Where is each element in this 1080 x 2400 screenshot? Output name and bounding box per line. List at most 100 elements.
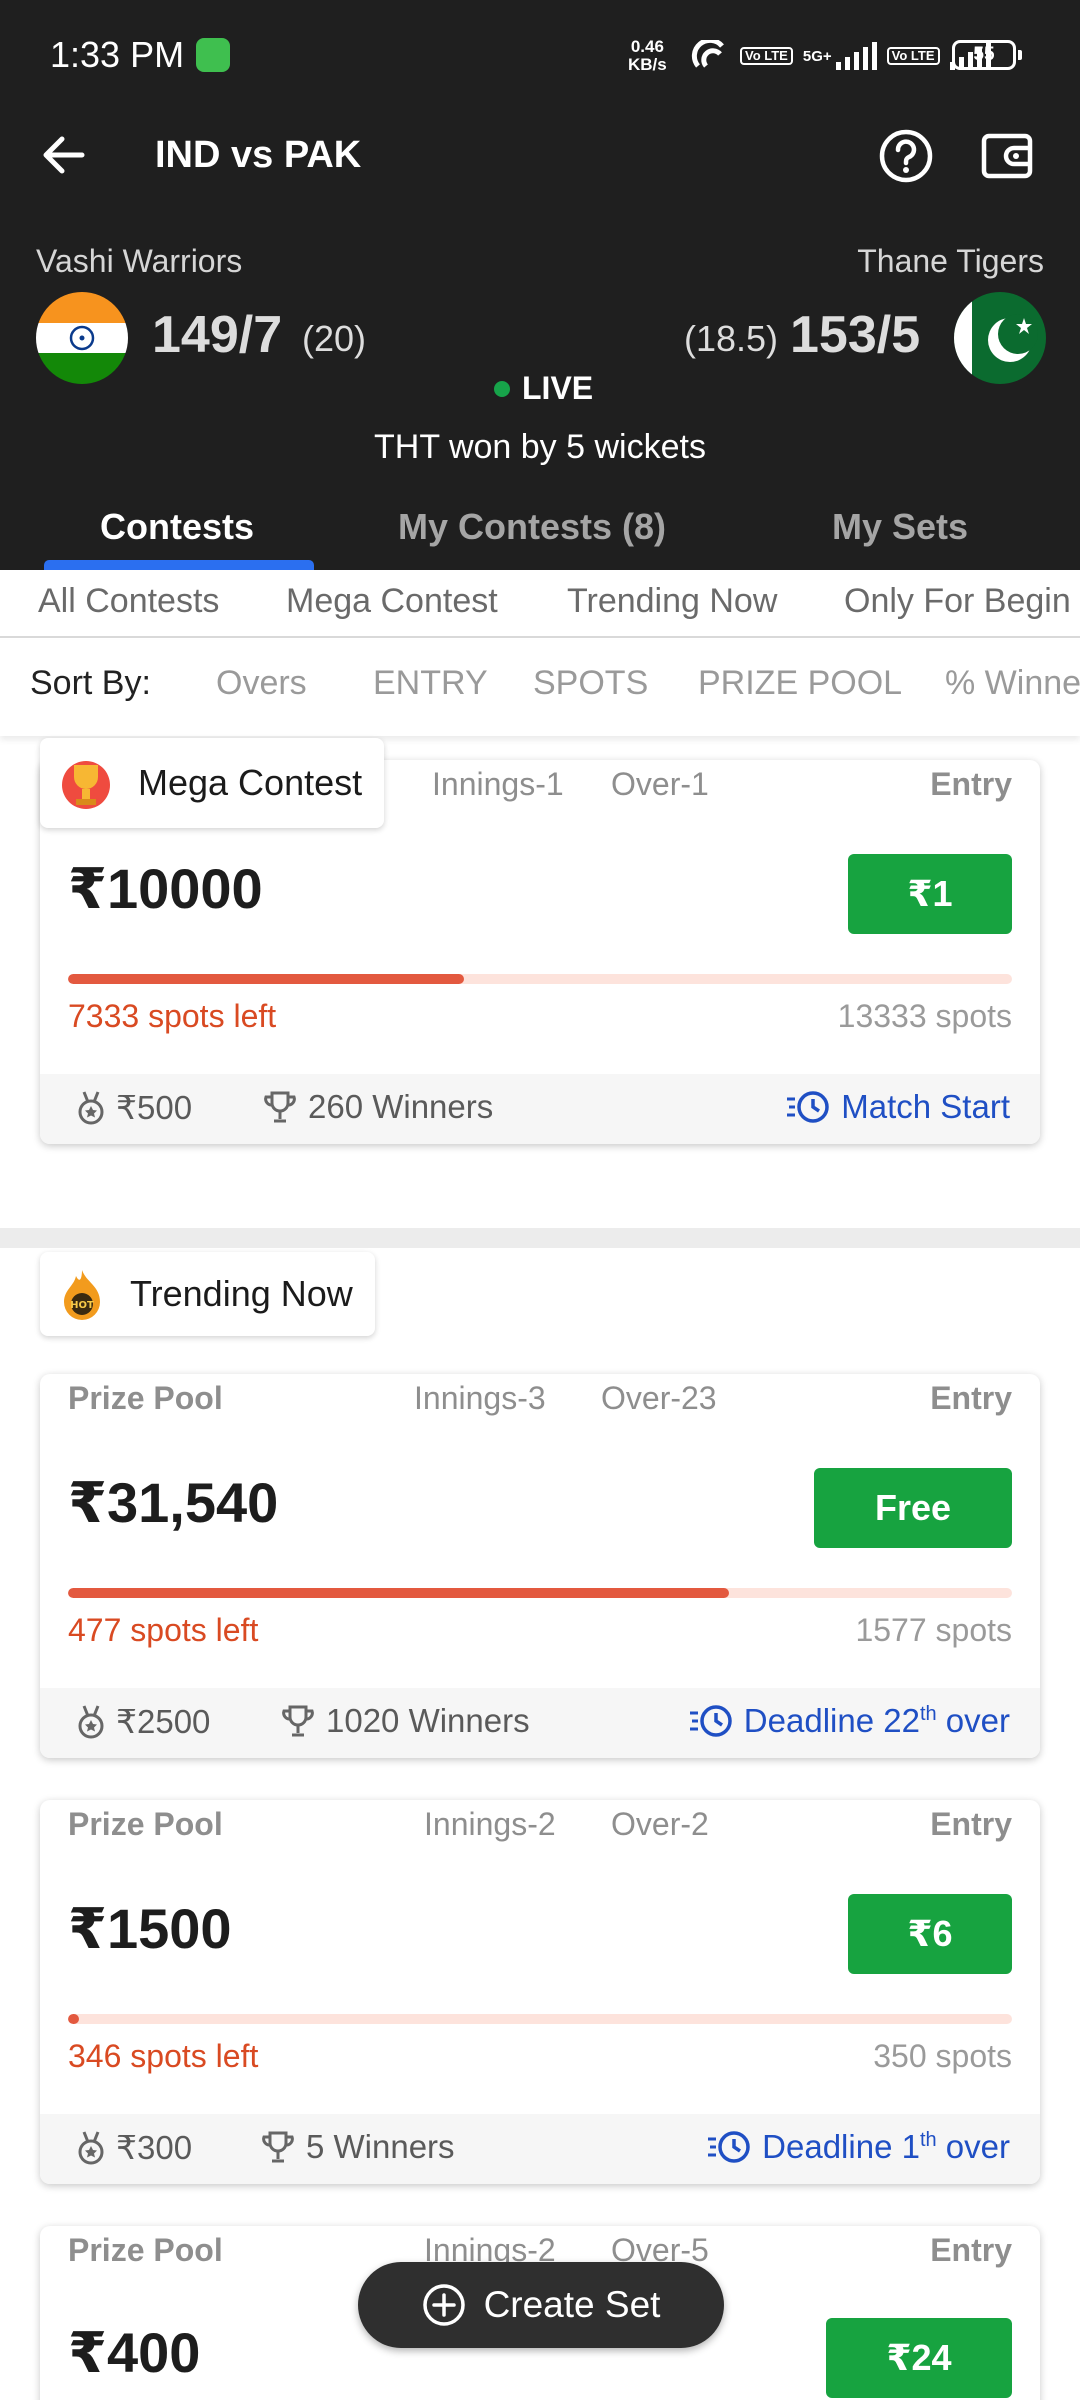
spots-left: 346 spots left (68, 2038, 259, 2074)
entry-fee-button[interactable]: ₹24 (826, 2318, 1012, 2398)
winners-count: 1020 Winners (280, 1702, 530, 1740)
contest-timing: Deadline 22th over (688, 1702, 1010, 1740)
main-tabs: Contests My Contests (8) My Sets (0, 500, 1080, 570)
volte-badge: Vo LTE (740, 47, 793, 65)
filter-chips: All Contests Mega Contest Trending Now O… (0, 570, 1080, 638)
wallet-icon (981, 133, 1033, 179)
hot-fire-icon: HOT (64, 1270, 100, 1320)
spots-total: 13333 spots (837, 998, 1012, 1034)
innings-label: Innings-2 (424, 1806, 556, 1842)
sort-prize-pool[interactable]: PRIZE POOL (698, 664, 902, 703)
battery-icon: 55 (952, 40, 1022, 70)
network-5g-label: 5G+ (802, 47, 832, 65)
trophy-icon (262, 2131, 294, 2163)
top-bar: IND vs PAK (0, 110, 1080, 200)
over-label: Over-23 (601, 1380, 717, 1416)
entry-fee-button[interactable]: Free (814, 1468, 1012, 1548)
spots-total: 350 spots (873, 2038, 1012, 2074)
spots-progress-bar (68, 974, 1012, 984)
card-footer: ₹300 5 Winners Deadline 1th over (40, 2114, 1040, 2184)
spots-progress-fill (68, 1588, 729, 1598)
match-header: 1:33 PM 0.46 KB/s Vo LTE 5G+ Vo LTE 55 I… (0, 0, 1080, 570)
hotspot-icon (691, 40, 724, 68)
tab-my-sets[interactable]: My Sets (832, 506, 968, 548)
contest-card[interactable]: Prize Pool Innings-3 Over-23 Entry ₹31,5… (40, 1374, 1040, 1758)
filter-all-contests[interactable]: All Contests (38, 582, 219, 621)
prize-pool-amount: ₹31,540 (68, 1471, 279, 1534)
entry-label: Entry (930, 2232, 1012, 2268)
status-icons: Vo LTE 5G+ Vo LTE (690, 36, 991, 76)
entry-fee-button[interactable]: ₹1 (848, 854, 1012, 934)
spots-left: 477 spots left (68, 1612, 259, 1648)
sort-overs[interactable]: Overs (216, 664, 307, 703)
team-b-overs: (18.5) (684, 318, 779, 359)
match-result: THT won by 5 wickets (374, 428, 706, 466)
trophy-icon (282, 1705, 314, 1737)
tab-my-contests[interactable]: My Contests (8) (398, 506, 666, 548)
spots-progress-bar (68, 2014, 1012, 2024)
pakistan-flag-icon (954, 292, 1046, 384)
tab-contests[interactable]: Contests (100, 506, 254, 548)
sort-spots[interactable]: SPOTS (533, 664, 648, 703)
filter-mega-contest[interactable]: Mega Contest (286, 582, 498, 621)
sort-winners[interactable]: % Winne (945, 664, 1080, 703)
match-title: IND vs PAK (155, 134, 362, 176)
help-icon (879, 129, 933, 183)
innings-label: Innings-3 (414, 1380, 546, 1416)
active-tab-indicator (44, 560, 314, 570)
team-b-score: 153/5 (790, 306, 921, 364)
back-button[interactable] (36, 130, 96, 180)
section-divider (0, 1228, 1080, 1248)
help-button[interactable] (878, 128, 934, 184)
contest-timing: Deadline 1th over (706, 2128, 1010, 2166)
spots-progress-fill (68, 974, 465, 984)
volte-badge-2: Vo LTE (886, 47, 940, 65)
network-speed: 0.46 KB/s (628, 37, 667, 74)
first-prize: ₹500 (76, 1088, 192, 1127)
prize-pool-label: Prize Pool (68, 1380, 223, 1416)
contest-timing: Match Start (785, 1088, 1010, 1126)
india-flag-icon (36, 292, 128, 384)
medal-icon (78, 2130, 104, 2164)
filter-trending-now[interactable]: Trending Now (567, 582, 777, 621)
create-set-button[interactable]: Create Set (358, 2262, 724, 2348)
team-a-score: 149/7 (152, 306, 283, 364)
medal-icon (78, 1090, 104, 1124)
app-notification-icon (196, 38, 230, 72)
innings-label: Innings-1 (432, 766, 564, 802)
prize-pool-amount: ₹10000 (68, 857, 263, 920)
sort-entry[interactable]: ENTRY (373, 664, 488, 703)
card-footer: ₹500 260 Winners Match Start (40, 1074, 1040, 1144)
sort-label: Sort By: (30, 664, 151, 702)
prize-pool-label: Prize Pool (68, 2232, 223, 2268)
prize-pool-amount: ₹1500 (68, 1897, 232, 1960)
timer-icon (787, 1091, 830, 1123)
entry-fee-button[interactable]: ₹6 (848, 1894, 1012, 1974)
card-header: Prize Pool Innings-2 Over-2 Entry (40, 1800, 1040, 1850)
create-set-label: Create Set (483, 2284, 661, 2325)
over-label: Over-1 (611, 766, 709, 802)
contest-card[interactable]: Prize Pool Innings-2 Over-2 Entry ₹1500 … (40, 1800, 1040, 2184)
prize-pool-label: Prize Pool (68, 1806, 223, 1842)
status-time: 1:33 PM (50, 34, 185, 75)
card-footer: ₹2500 1020 Winners Deadline 22th over (40, 1688, 1040, 1758)
medal-icon (78, 1704, 104, 1738)
live-label: LIVE (522, 370, 594, 406)
winners-count: 5 Winners (260, 2128, 455, 2166)
prize-pool-amount: ₹400 (68, 2321, 201, 2384)
plus-circle-icon (422, 2284, 465, 2326)
live-dot-icon (494, 380, 510, 397)
trophy-icon (264, 1091, 296, 1123)
timer-icon (689, 1705, 732, 1737)
wallet-button[interactable] (980, 130, 1036, 182)
over-label: Over-2 (611, 1806, 709, 1842)
filter-only-for-beginners[interactable]: Only For Begin (844, 582, 1071, 621)
entry-label: Entry (930, 1806, 1012, 1842)
entry-label: Entry (930, 1380, 1012, 1416)
mega-contest-icon (62, 761, 110, 809)
svg-text:HOT: HOT (70, 1300, 94, 1311)
timer-icon (708, 2131, 750, 2163)
team-b-name: Thane Tigers (857, 243, 1044, 279)
entry-label: Entry (930, 766, 1012, 802)
team-a-name: Vashi Warriors (36, 243, 243, 279)
